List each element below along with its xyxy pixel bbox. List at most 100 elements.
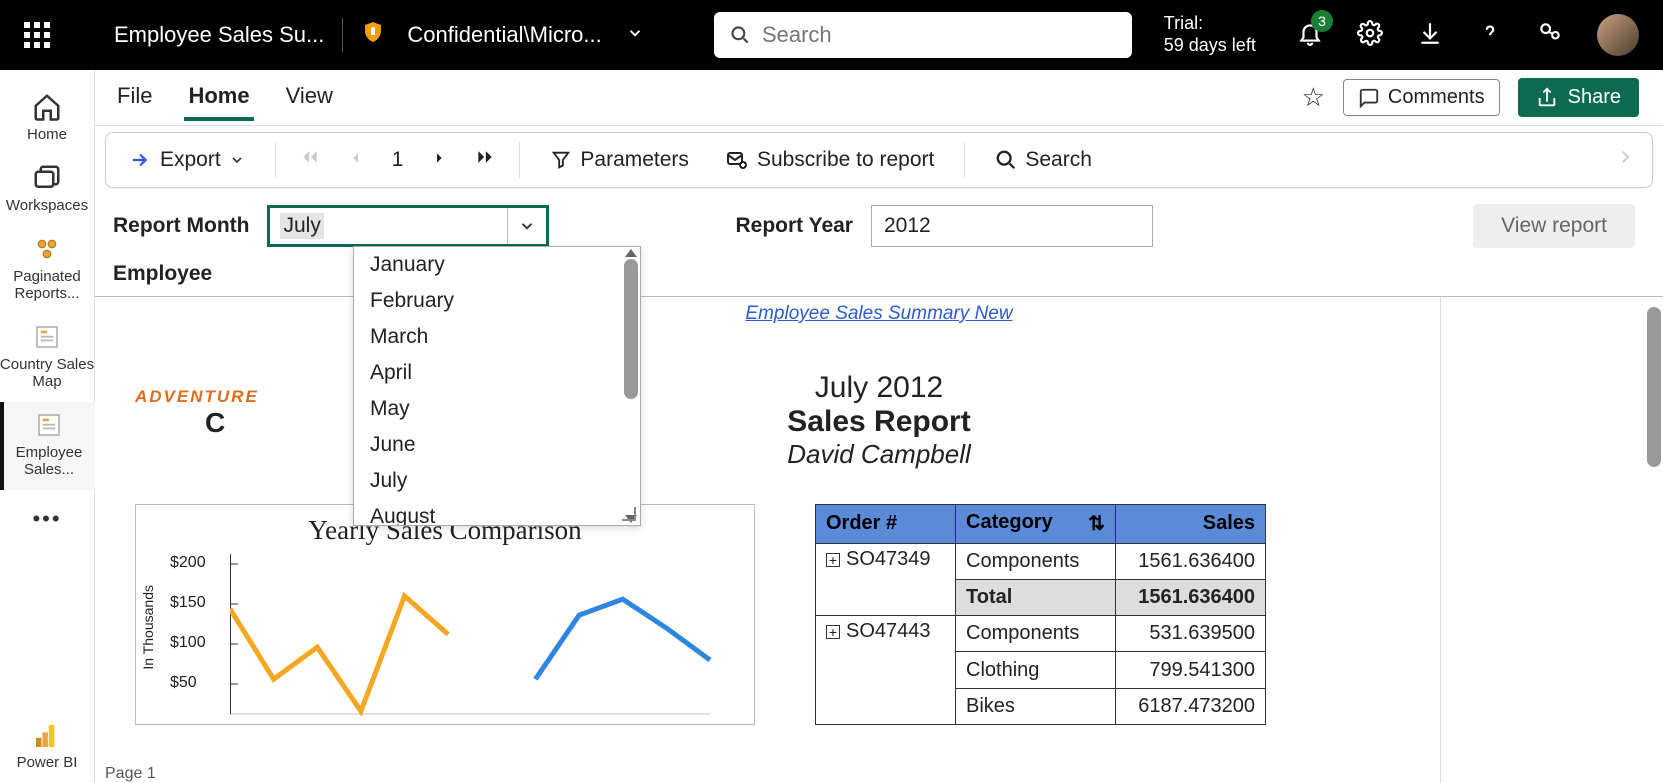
shield-icon <box>361 20 385 50</box>
table-row: +SO47349Components1561.636400 <box>816 543 1266 579</box>
chevron-down-icon[interactable] <box>507 208 536 244</box>
month-option[interactable]: June <box>354 427 640 463</box>
separator <box>342 18 343 52</box>
notifications-icon[interactable]: 3 <box>1297 20 1323 51</box>
month-option[interactable]: August <box>354 499 640 526</box>
chart-svg <box>230 554 730 724</box>
nav-employee-sales[interactable]: Employee Sales... <box>0 402 95 490</box>
report-month-select[interactable]: July <box>267 205 549 247</box>
y-tick: $200 <box>170 554 206 572</box>
app-launcher-icon[interactable] <box>24 22 50 48</box>
table-row: +SO47443Components531.639500 <box>816 616 1266 652</box>
trial-days: 59 days left <box>1164 35 1256 57</box>
report-body: Employee Sales Summary New ADVENTURE C J… <box>95 297 1663 783</box>
toolbar-next-icon[interactable] <box>1616 148 1634 172</box>
col-category[interactable]: Category⇅ <box>956 505 1116 544</box>
nav-workspaces[interactable]: Workspaces <box>0 155 95 226</box>
report-year-label: Report Year <box>735 214 853 238</box>
toolbar-search-button[interactable]: Search <box>989 144 1098 176</box>
report-month-label: Report Month <box>113 214 249 238</box>
feedback-icon[interactable] <box>1537 20 1563 51</box>
tab-view[interactable]: View <box>282 75 337 121</box>
report-icon <box>32 322 62 352</box>
top-right-icons: 3 <box>1297 14 1639 56</box>
search-icon <box>995 149 1017 171</box>
powerbi-icon <box>36 722 58 750</box>
month-option[interactable]: January <box>354 247 640 283</box>
first-page-icon[interactable] <box>300 147 320 173</box>
notification-badge: 3 <box>1311 10 1333 32</box>
sales-table: Order # Category⇅ Sales +SO47349Componen… <box>815 504 1266 725</box>
subscribe-icon <box>725 148 749 172</box>
help-icon[interactable] <box>1477 20 1503 51</box>
month-option[interactable]: May <box>354 391 640 427</box>
nav-paginated-reports[interactable]: Paginated Reports... <box>0 226 95 314</box>
parameters-row: Report Month July Report Year 2012 View … <box>95 190 1663 256</box>
nav-home[interactable]: Home <box>0 84 95 155</box>
report-year-input[interactable]: 2012 <box>871 205 1153 247</box>
month-option[interactable]: April <box>354 355 640 391</box>
trial-status[interactable]: Trial: 59 days left <box>1164 13 1256 56</box>
sensitivity-label[interactable]: Confidential\Micro... <box>407 22 601 48</box>
workspaces-icon <box>32 163 62 193</box>
adventure-works-logo: ADVENTURE C <box>135 387 259 439</box>
ribbon-tabs: File Home View ☆ Comments Share <box>95 70 1663 126</box>
report-header: July 2012 Sales Report David Campbell <box>95 371 1663 470</box>
last-page-icon[interactable] <box>475 147 495 173</box>
col-sales[interactable]: Sales <box>1116 505 1266 544</box>
y-axis-label: In Thousands <box>140 585 156 670</box>
share-button[interactable]: Share <box>1518 78 1639 117</box>
breadcrumb: Employee Sales Su... Confidential\Micro.… <box>114 18 644 52</box>
home-icon <box>32 92 62 122</box>
dropdown-scrollbar[interactable] <box>624 253 638 519</box>
prev-page-icon[interactable] <box>348 148 364 172</box>
nav-country-sales-map[interactable]: Country Sales Map <box>0 314 95 402</box>
report-month-value: July <box>280 213 323 239</box>
report-scrollbar[interactable] <box>1647 307 1661 467</box>
month-option[interactable]: July <box>354 463 640 499</box>
yearly-sales-chart: Yearly Sales Comparison In Thousands $20… <box>135 504 755 725</box>
month-option[interactable]: February <box>354 283 640 319</box>
search-input[interactable] <box>762 22 1116 48</box>
left-nav: Home Workspaces Paginated Reports... Cou… <box>0 70 95 783</box>
pager: 1 <box>300 147 496 173</box>
parameters-button[interactable]: Parameters <box>544 144 695 176</box>
search-icon <box>730 24 750 46</box>
share-icon <box>1536 87 1558 109</box>
employee-label: Employee <box>95 256 1663 297</box>
report-title-link[interactable]: Employee Sales Summary New <box>95 303 1663 325</box>
next-page-icon[interactable] <box>431 148 447 172</box>
nav-powerbi[interactable]: Power BI <box>0 714 95 783</box>
comment-icon <box>1358 87 1380 109</box>
tab-home[interactable]: Home <box>184 75 253 121</box>
expand-icon[interactable]: + <box>826 625 840 639</box>
comments-button[interactable]: Comments <box>1343 79 1500 116</box>
sort-icon: ⇅ <box>1088 511 1105 536</box>
page-footer: Page 1 <box>105 765 156 783</box>
global-search[interactable] <box>714 12 1132 58</box>
report-employee: David Campbell <box>95 439 1663 470</box>
download-icon[interactable] <box>1417 20 1443 51</box>
export-button[interactable]: Export <box>124 144 251 176</box>
report-icon <box>34 410 64 440</box>
nav-more[interactable]: ••• <box>0 498 95 544</box>
y-tick: $50 <box>170 674 197 692</box>
view-report-button[interactable]: View report <box>1473 204 1635 248</box>
user-avatar[interactable] <box>1597 14 1639 56</box>
expand-icon[interactable]: + <box>826 553 840 567</box>
resize-handle[interactable] <box>622 507 636 521</box>
report-toolbar: Export 1 Parameters Subscribe to report <box>105 132 1653 188</box>
month-option[interactable]: March <box>354 319 640 355</box>
export-icon <box>130 149 152 171</box>
col-order[interactable]: Order # <box>816 505 956 544</box>
subscribe-button[interactable]: Subscribe to report <box>719 144 940 176</box>
report-name[interactable]: Employee Sales Su... <box>114 22 324 48</box>
settings-icon[interactable] <box>1357 20 1383 51</box>
trial-label: Trial: <box>1164 13 1256 35</box>
chevron-down-icon[interactable] <box>626 22 644 48</box>
tab-file[interactable]: File <box>113 75 156 121</box>
month-dropdown: JanuaryFebruaryMarchAprilMayJuneJulyAugu… <box>353 246 641 526</box>
y-tick: $150 <box>170 594 206 612</box>
favorite-icon[interactable]: ☆ <box>1302 82 1325 113</box>
people-icon <box>32 234 62 264</box>
